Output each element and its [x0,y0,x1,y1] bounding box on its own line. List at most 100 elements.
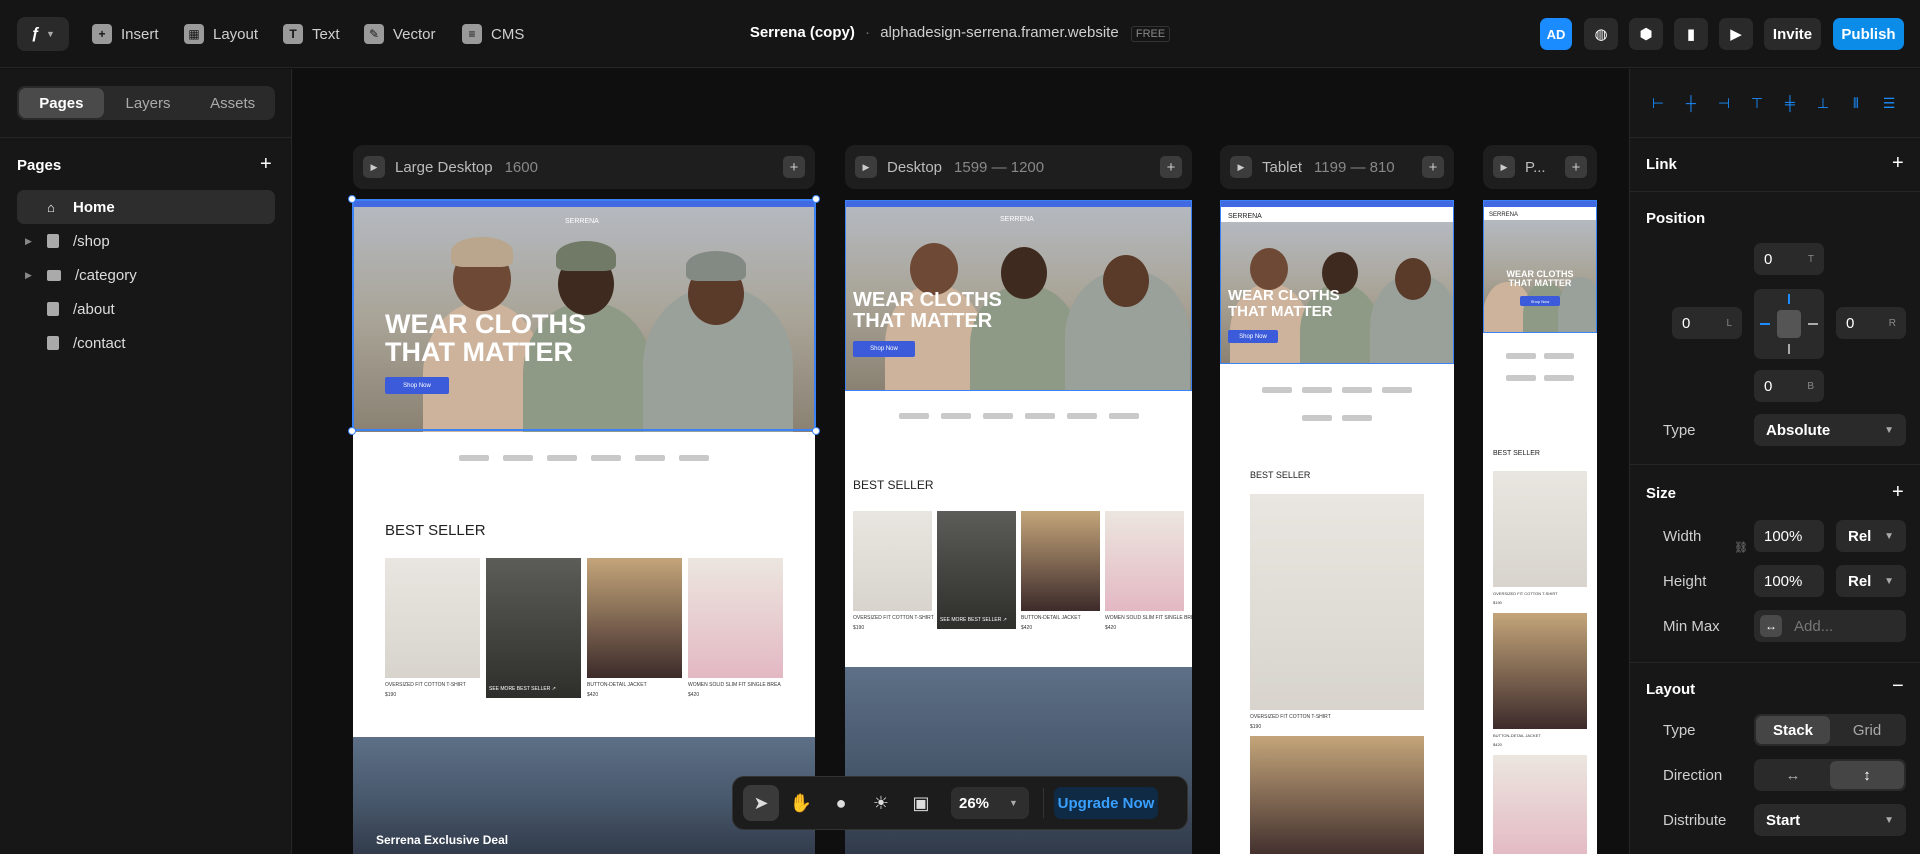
theme-toggle[interactable]: ☀ [863,785,899,821]
add-size-button[interactable]: + [1892,481,1904,504]
distribute-select[interactable]: Start ▼ [1754,804,1906,836]
hand-tool[interactable]: ✋ [783,785,819,821]
product-card[interactable]: BUTTON-DETAIL JACKET $420 [1493,613,1587,747]
breakpoint-desktop[interactable]: ▶ Desktop 1599 — 1200 + [845,145,1192,189]
play-icon[interactable]: ▶ [855,156,877,178]
play-icon[interactable]: ▶ [1230,156,1252,178]
minmax-input[interactable]: ↔ Add... [1754,610,1906,642]
shop-now-button[interactable]: Shop Now [1228,330,1278,343]
add-link-button[interactable]: + [1892,152,1904,175]
comment-tool[interactable]: ● [823,785,859,821]
preview-button[interactable]: ▶ [1719,18,1753,50]
align-middle-icon[interactable]: ╪ [1778,91,1802,115]
add-breakpoint-icon[interactable]: + [1160,156,1182,178]
align-left-icon[interactable]: ⊢ [1646,91,1670,115]
frame-desktop[interactable]: SERRENA WEAR CLOTHS THAT MATTER Shop Now… [845,200,1192,854]
canvas[interactable]: ▶ Large Desktop 1600 + ▶ Desktop 1599 — … [293,69,1628,854]
product-card[interactable]: OVERSIZED FIT COTTON T-SHIRT $190 [385,558,480,698]
add-breakpoint-icon[interactable]: + [1565,156,1587,178]
layout-stack-option[interactable]: Stack [1756,716,1830,744]
direction-horizontal-icon[interactable]: ↔ [1756,761,1830,789]
invite-button[interactable]: Invite [1764,18,1821,50]
align-center-h-icon[interactable]: ┼ [1679,91,1703,115]
user-avatar[interactable]: AD [1540,18,1572,50]
resize-handle[interactable] [348,427,356,435]
align-right-icon[interactable]: ⊣ [1712,91,1736,115]
page-item-contact[interactable]: /contact [17,326,275,360]
project-url[interactable]: alphadesign-serrena.framer.website [880,24,1118,41]
add-page-button[interactable]: + [260,153,272,176]
product-card[interactable]: OVERSIZED FIT COTTON T-SHIRT $190 [1250,494,1424,730]
tab-layers[interactable]: Layers [106,86,191,120]
text-button[interactable]: T Text [283,21,340,47]
frame-phone[interactable]: SERRENA WEAR CLOTHS THAT MATTER Shop Now… [1483,200,1597,854]
product-card[interactable]: WOMEN SOLID SLIM FIT SINGLE BREA $420 [688,558,783,698]
vector-button[interactable]: ✎ Vector [364,21,436,47]
page-item-home[interactable]: ⌂ Home [17,190,275,224]
distribute-v-icon[interactable]: ☰ [1877,91,1901,115]
product-card[interactable]: SEE MORE BEST SELLER ↗ [937,511,1016,629]
resize-handle[interactable] [812,427,820,435]
project-name[interactable]: Serrena (copy) [750,24,855,41]
remove-layout-button[interactable]: − [1892,675,1904,698]
tab-pages[interactable]: Pages [19,88,104,118]
chevron-right-icon[interactable]: ▶ [25,270,35,281]
position-right-input[interactable]: 0R [1836,307,1906,339]
layout-button[interactable]: ▦ Layout [184,21,258,47]
upgrade-button[interactable]: Upgrade Now [1054,787,1158,819]
analytics-button[interactable]: ▮ [1674,18,1708,50]
product-card[interactable] [1493,755,1587,854]
play-icon[interactable]: ▶ [363,156,385,178]
width-input[interactable]: 100% [1754,520,1824,552]
height-unit-select[interactable]: Rel ▼ [1836,565,1906,597]
grid-tool[interactable]: ▣ [903,785,939,821]
align-bottom-icon[interactable]: ⊥ [1811,91,1835,115]
layout-grid-option[interactable]: Grid [1830,716,1904,744]
position-type-select[interactable]: Absolute ▼ [1754,414,1906,446]
tab-assets[interactable]: Assets [190,86,275,120]
align-top-icon[interactable]: ⊤ [1745,91,1769,115]
link-icon[interactable]: ⛓ [1734,541,1748,554]
shop-now-button[interactable]: Shop Now [853,341,915,357]
shop-now-button[interactable]: Shop Now [1520,296,1560,306]
product-card[interactable]: BUTTON-DETAIL JACKET $420 [1021,511,1100,631]
framer-menu-button[interactable]: ƒ ▼ [17,17,69,51]
breakpoint-tablet[interactable]: ▶ Tablet 1199 — 810 + [1220,145,1454,189]
height-input[interactable]: 100% [1754,565,1824,597]
product-card[interactable]: OVERSIZED FIT COTTON T-SHIRT $190 [853,511,934,631]
position-left-input[interactable]: 0L [1672,307,1742,339]
pin-control[interactable] [1754,289,1824,359]
shop-now-button[interactable]: Shop Now [385,377,449,394]
resize-handle[interactable] [812,195,820,203]
distribute-h-icon[interactable]: ⫴ [1844,91,1868,115]
frame-large-desktop[interactable]: SERRENA WEAR CLOTHS THAT MATTER Shop Now… [353,200,815,854]
add-breakpoint-icon[interactable]: + [1422,156,1444,178]
product-card[interactable] [1250,736,1424,854]
resize-handle[interactable] [348,195,356,203]
product-card[interactable]: BUTTON-DETAIL JACKET $420 [587,558,682,698]
select-tool[interactable]: ➤ [743,785,779,821]
page-item-category[interactable]: ▶ /category [17,258,275,292]
position-top-input[interactable]: 0T [1754,243,1824,275]
frame-tablet[interactable]: SERRENA WEAR CLOTHS THAT MATTER Shop Now… [1220,200,1454,854]
globe-button[interactable]: ◍ [1584,18,1618,50]
cms-button[interactable]: ≡ CMS [462,21,524,47]
play-icon[interactable]: ▶ [1493,156,1515,178]
page-label: /contact [73,334,126,352]
publish-button[interactable]: Publish [1833,18,1904,50]
breakpoint-large-desktop[interactable]: ▶ Large Desktop 1600 + [353,145,815,189]
insert-button[interactable]: + Insert [92,21,159,47]
product-card[interactable]: SEE MORE BEST SELLER ↗ [486,558,581,698]
page-item-about[interactable]: /about [17,292,275,326]
page-item-shop[interactable]: ▶ /shop [17,224,275,258]
product-card[interactable]: OVERSIZED FIT COTTON T-SHIRT $190 [1493,471,1587,605]
add-breakpoint-icon[interactable]: + [783,156,805,178]
width-unit-select[interactable]: Rel ▼ [1836,520,1906,552]
chevron-right-icon[interactable]: ▶ [25,236,35,247]
position-bottom-input[interactable]: 0B [1754,370,1824,402]
zoom-select[interactable]: 26% ▼ [951,787,1029,819]
direction-vertical-icon[interactable]: ↕ [1830,761,1904,789]
settings-button[interactable]: ⬢ [1629,18,1663,50]
product-card[interactable]: WOMEN SOLID SLIM FIT SINGLE BREA $420 [1105,511,1192,631]
breakpoint-phone[interactable]: ▶ P... + [1483,145,1597,189]
